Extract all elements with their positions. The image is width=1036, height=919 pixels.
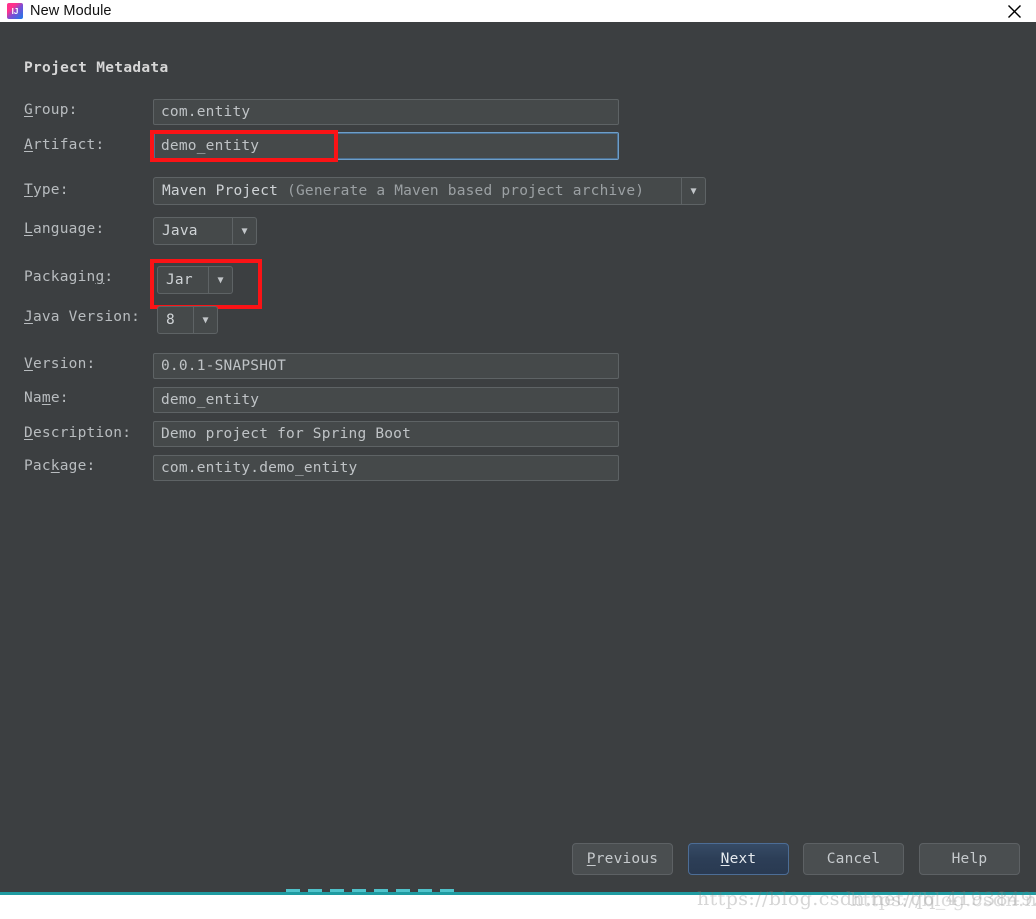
package-input[interactable]: com.entity.demo_entity — [153, 455, 619, 481]
packaging-combo-value: Jar — [166, 272, 193, 288]
java-version-combo-value: 8 — [166, 312, 175, 328]
chevron-down-icon[interactable]: ▼ — [681, 178, 705, 204]
label-language: Language: — [24, 221, 105, 237]
group-input[interactable]: com.entity — [153, 99, 619, 125]
intellij-idea-icon — [7, 3, 23, 19]
language-combo-value: Java — [162, 223, 198, 239]
chevron-down-icon[interactable]: ▼ — [232, 218, 256, 244]
description-input-value: Demo project for Spring Boot — [161, 426, 412, 442]
label-packaging: Packaging: — [24, 269, 114, 285]
label-package: Package: — [24, 458, 96, 474]
name-input[interactable]: demo_entity — [153, 387, 619, 413]
java-version-combo[interactable]: 8 ▼ — [157, 306, 218, 334]
type-combo-value-desc: (Generate a Maven based project archive) — [287, 183, 645, 199]
version-input[interactable]: 0.0.1-SNAPSHOT — [153, 353, 619, 379]
type-combo-value-main: Maven Project — [162, 183, 279, 199]
packaging-combo[interactable]: Jar ▼ — [157, 266, 233, 294]
bottom-accent-dashes — [286, 889, 461, 892]
description-input[interactable]: Demo project for Spring Boot — [153, 421, 619, 447]
label-type: Type: — [24, 182, 69, 198]
label-version: Version: — [24, 356, 96, 372]
label-java-version: Java Version: — [24, 309, 141, 325]
language-combo[interactable]: Java ▼ — [153, 217, 257, 245]
window-titlebar: New Module — [0, 0, 1036, 22]
type-combo[interactable]: Maven Project (Generate a Maven based pr… — [153, 177, 706, 205]
artifact-input-value: demo_entity — [161, 138, 260, 154]
chevron-down-icon[interactable]: ▼ — [193, 307, 217, 333]
label-group: Group: — [24, 102, 78, 118]
help-button[interactable]: Help — [919, 843, 1020, 875]
name-input-value: demo_entity — [161, 392, 260, 408]
group-input-value: com.entity — [161, 104, 251, 120]
watermark-url-b: https://blog.csdn.net/qq_41938492 — [850, 889, 1036, 911]
next-button[interactable]: Next — [688, 843, 789, 875]
artifact-input[interactable]: demo_entity — [153, 132, 619, 160]
window-title: New Module — [30, 3, 112, 19]
label-description: Description: — [24, 425, 132, 441]
previous-button[interactable]: Previous — [572, 843, 673, 875]
cancel-button[interactable]: Cancel — [803, 843, 904, 875]
label-artifact: Artifact: — [24, 137, 105, 153]
page-title: Project Metadata — [24, 60, 169, 76]
type-combo-value: Maven Project (Generate a Maven based pr… — [154, 178, 681, 204]
version-input-value: 0.0.1-SNAPSHOT — [161, 358, 287, 374]
label-name: Name: — [24, 390, 69, 406]
close-icon[interactable] — [992, 0, 1036, 22]
package-input-value: com.entity.demo_entity — [161, 460, 358, 476]
chevron-down-icon[interactable]: ▼ — [208, 267, 232, 293]
new-module-dialog: Project Metadata Group: com.entity Artif… — [0, 22, 1036, 892]
